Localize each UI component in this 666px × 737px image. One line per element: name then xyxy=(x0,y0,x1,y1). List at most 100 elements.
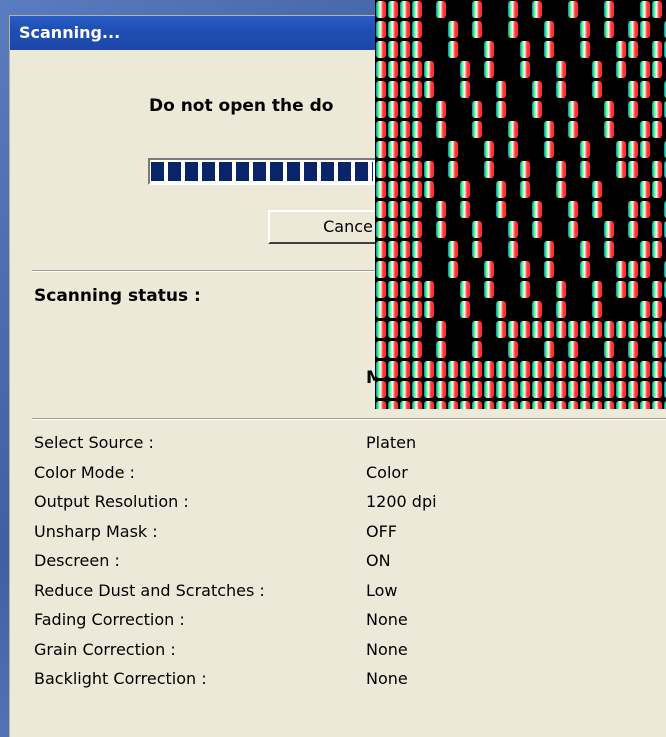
lit-pixel xyxy=(496,381,506,398)
lit-pixel xyxy=(376,281,386,298)
lit-pixel xyxy=(652,221,662,238)
setting-row: Reduce Dust and Scratches : Low xyxy=(34,581,634,611)
lit-pixel xyxy=(628,361,638,378)
lit-pixel xyxy=(412,261,422,278)
lit-pixel xyxy=(652,161,662,178)
setting-name: Fading Correction : xyxy=(34,610,185,629)
lit-pixel xyxy=(388,1,398,18)
setting-name: Backlight Correction : xyxy=(34,669,207,688)
lit-pixel xyxy=(484,141,494,158)
setting-row: Select Source : Platen xyxy=(34,433,634,463)
magnified-pixels-image xyxy=(375,0,666,409)
lit-pixel xyxy=(640,361,650,378)
lit-pixel xyxy=(520,401,530,409)
lit-pixel xyxy=(472,121,482,138)
lit-pixel xyxy=(472,361,482,378)
lit-pixel xyxy=(388,141,398,158)
setting-value: 1200 dpi xyxy=(366,492,437,511)
lit-pixel xyxy=(652,101,662,118)
lit-pixel xyxy=(424,61,434,78)
lit-pixel xyxy=(628,401,638,409)
lit-pixel xyxy=(532,201,542,218)
lit-pixel xyxy=(436,401,446,409)
scan-progress-bar xyxy=(148,158,388,185)
lit-pixel xyxy=(520,41,530,58)
lit-pixel xyxy=(628,161,638,178)
lit-pixel xyxy=(580,161,590,178)
lit-pixel xyxy=(568,121,578,138)
lit-pixel xyxy=(532,1,542,18)
lit-pixel xyxy=(508,221,518,238)
lit-pixel xyxy=(604,21,614,38)
lit-pixel xyxy=(532,301,542,318)
lit-pixel xyxy=(652,401,662,409)
lit-pixel xyxy=(388,381,398,398)
lit-pixel xyxy=(532,81,542,98)
lit-pixel xyxy=(436,321,446,338)
lit-pixel xyxy=(400,181,410,198)
lit-pixel xyxy=(628,101,638,118)
lit-pixel xyxy=(568,381,578,398)
lit-pixel xyxy=(484,281,494,298)
lit-pixel xyxy=(604,341,614,358)
setting-value: None xyxy=(366,639,408,659)
lit-pixel xyxy=(652,1,662,18)
setting-value: ON xyxy=(366,551,391,570)
lit-pixel xyxy=(472,241,482,258)
lit-pixel xyxy=(484,61,494,78)
lit-pixel xyxy=(652,361,662,378)
setting-row: Grain Correction : None xyxy=(34,640,634,670)
lit-pixel xyxy=(388,261,398,278)
lit-pixel xyxy=(616,161,626,178)
lit-pixel xyxy=(496,401,506,409)
lit-pixel xyxy=(400,361,410,378)
lit-pixel xyxy=(472,381,482,398)
lit-pixel xyxy=(616,401,626,409)
lit-pixel xyxy=(400,101,410,118)
lit-pixel xyxy=(628,21,638,38)
lit-pixel xyxy=(388,361,398,378)
lit-pixel xyxy=(628,381,638,398)
lit-pixel xyxy=(376,321,386,338)
lit-pixel xyxy=(568,341,578,358)
lit-pixel xyxy=(436,1,446,18)
lit-pixel xyxy=(472,321,482,338)
lit-pixel xyxy=(604,221,614,238)
lit-pixel xyxy=(388,281,398,298)
setting-row: Descreen : ON xyxy=(34,551,634,581)
lit-pixel xyxy=(460,281,470,298)
lit-pixel xyxy=(400,341,410,358)
lit-pixel xyxy=(376,121,386,138)
lit-pixel xyxy=(640,201,650,218)
lit-pixel xyxy=(520,361,530,378)
lit-pixel xyxy=(412,61,422,78)
setting-name: Select Source : xyxy=(34,433,154,452)
lit-pixel xyxy=(460,81,470,98)
lit-pixel xyxy=(412,361,422,378)
lit-pixel xyxy=(436,361,446,378)
lit-pixel xyxy=(604,101,614,118)
lit-pixel xyxy=(388,121,398,138)
scanning-status-label: Scanning status : xyxy=(34,286,201,306)
lit-pixel xyxy=(568,321,578,338)
lit-pixel xyxy=(412,341,422,358)
lit-pixel xyxy=(448,241,458,258)
lit-pixel xyxy=(388,101,398,118)
lit-pixel xyxy=(652,41,662,58)
lit-pixel xyxy=(544,321,554,338)
lit-pixel xyxy=(388,201,398,218)
lit-pixel xyxy=(472,1,482,18)
lit-pixel xyxy=(628,321,638,338)
lit-pixel xyxy=(376,241,386,258)
lit-pixel xyxy=(520,261,530,278)
lit-pixel xyxy=(448,261,458,278)
lit-pixel xyxy=(400,401,410,409)
lit-pixel xyxy=(424,81,434,98)
lit-pixel xyxy=(400,201,410,218)
lit-pixel xyxy=(412,41,422,58)
lit-pixel xyxy=(412,181,422,198)
lit-pixel xyxy=(592,321,602,338)
lit-pixel xyxy=(628,141,638,158)
lit-pixel xyxy=(568,201,578,218)
lit-pixel xyxy=(400,301,410,318)
